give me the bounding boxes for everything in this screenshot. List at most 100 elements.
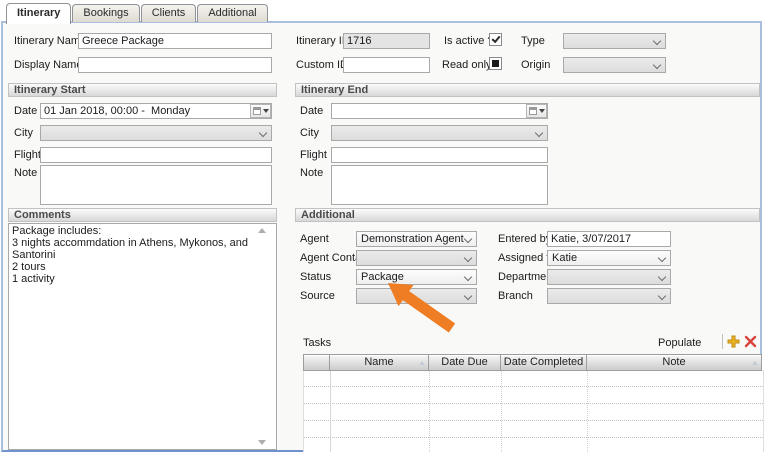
tasks-col-note[interactable]: Note: [586, 354, 762, 371]
end-note-textarea[interactable]: [331, 165, 548, 205]
type-select[interactable]: [563, 33, 666, 49]
tasks-col-date-due-label: Date Due: [441, 356, 487, 368]
is-active-label: Is active ?: [444, 35, 494, 48]
status-select-value: Package: [361, 271, 404, 284]
start-date-input[interactable]: [40, 103, 272, 119]
calendar-icon: [529, 107, 537, 115]
end-city-label: City: [300, 127, 319, 140]
branch-select[interactable]: [547, 288, 671, 304]
source-select[interactable]: [356, 288, 477, 304]
chevron-down-icon: [535, 129, 543, 137]
tasks-col-select[interactable]: [303, 354, 330, 371]
scroll-up-icon[interactable]: [258, 228, 266, 233]
column-divider: [330, 370, 331, 452]
tasks-col-name[interactable]: Name: [329, 354, 429, 371]
tab-bar: Itinerary Bookings Clients Additional: [6, 2, 269, 22]
itinerary-window: Itinerary Bookings Clients Additional It…: [0, 0, 768, 462]
start-note-label: Note: [14, 167, 37, 180]
itinerary-id-field: [343, 33, 430, 49]
branch-label: Branch: [498, 290, 533, 303]
table-row[interactable]: [304, 421, 763, 438]
chevron-down-icon: [653, 61, 661, 69]
start-city-select[interactable]: [40, 125, 272, 141]
tasks-col-date-completed-label: Date Completed: [504, 356, 584, 368]
column-divider: [587, 370, 588, 452]
itinerary-id-label: Itinerary ID: [296, 35, 350, 48]
chevron-down-icon: [464, 235, 472, 243]
end-date-input[interactable]: [331, 103, 548, 119]
end-city-select[interactable]: [331, 125, 548, 141]
chevron-down-icon: [653, 37, 661, 45]
delete-task-icon[interactable]: [744, 335, 757, 348]
itinerary-start-header: Itinerary Start: [8, 83, 277, 97]
itinerary-name-label: Itinerary Name: [14, 35, 86, 48]
tab-bookings[interactable]: Bookings: [72, 4, 139, 22]
is-active-checkbox[interactable]: [489, 33, 502, 46]
agent-label: Agent: [300, 233, 329, 246]
itinerary-end-header: Itinerary End: [295, 83, 760, 97]
read-only-checkbox[interactable]: [489, 57, 502, 70]
table-row[interactable]: [304, 387, 763, 404]
tab-additional[interactable]: Additional: [197, 4, 267, 22]
start-note-textarea[interactable]: [40, 165, 272, 205]
chevron-down-icon: [464, 273, 472, 281]
start-flight-label: Flight: [14, 149, 41, 162]
chevron-down-icon: [658, 273, 666, 281]
origin-select[interactable]: [563, 57, 666, 73]
add-task-icon[interactable]: [727, 335, 740, 348]
column-divider: [501, 370, 502, 452]
scroll-down-icon[interactable]: [258, 440, 266, 445]
end-date-label: Date: [300, 105, 323, 118]
assigned-to-value: Katie: [552, 252, 577, 265]
chevron-down-icon: [259, 129, 267, 137]
dropdown-arrow-icon: [539, 109, 545, 113]
custom-id-input[interactable]: [343, 57, 430, 73]
type-label: Type: [521, 35, 545, 48]
agent-contact-select[interactable]: [356, 250, 477, 266]
custom-id-label: Custom ID: [296, 59, 348, 72]
sort-icon: [752, 361, 758, 365]
chevron-down-icon: [658, 292, 666, 300]
status-label: Status: [300, 271, 331, 284]
entered-by-label: Entered by: [498, 233, 551, 246]
display-name-input[interactable]: [78, 57, 272, 73]
end-flight-label: Flight: [300, 149, 327, 162]
tab-clients[interactable]: Clients: [141, 4, 197, 22]
dropdown-arrow-icon: [263, 109, 269, 113]
additional-header: Additional: [295, 208, 760, 222]
start-flight-input[interactable]: [40, 147, 272, 163]
department-select[interactable]: [547, 269, 671, 285]
end-note-label: Note: [300, 167, 323, 180]
comments-header: Comments: [8, 208, 277, 222]
start-date-label: Date: [14, 105, 37, 118]
tasks-col-date-due[interactable]: Date Due: [428, 354, 501, 371]
toolbar-divider: [722, 334, 723, 349]
comments-textarea[interactable]: Package includes: 3 nights accommdation …: [8, 223, 277, 450]
chevron-down-icon: [464, 254, 472, 262]
agent-select-value: Demonstration Agent: [361, 233, 464, 246]
start-date-picker-button[interactable]: [250, 104, 271, 118]
calendar-icon: [253, 107, 261, 115]
tasks-label: Tasks: [303, 337, 331, 350]
column-divider: [429, 370, 430, 452]
itinerary-name-input[interactable]: [78, 33, 272, 49]
entered-by-input[interactable]: [547, 231, 671, 247]
assigned-to-select[interactable]: Katie: [547, 250, 671, 266]
sort-icon: [419, 361, 425, 365]
tasks-col-name-label: Name: [364, 356, 393, 368]
tasks-col-date-completed[interactable]: Date Completed: [500, 354, 587, 371]
status-select[interactable]: Package: [356, 269, 477, 285]
end-date-picker-button[interactable]: [526, 104, 547, 118]
table-row[interactable]: [304, 404, 763, 421]
tasks-table-body[interactable]: [303, 370, 764, 452]
source-label: Source: [300, 290, 335, 303]
end-flight-input[interactable]: [331, 147, 548, 163]
table-row[interactable]: [304, 370, 763, 387]
agent-select[interactable]: Demonstration Agent: [356, 231, 477, 247]
populate-button[interactable]: Populate: [658, 336, 701, 350]
start-city-label: City: [14, 127, 33, 140]
table-row[interactable]: [304, 438, 763, 452]
tab-itinerary[interactable]: Itinerary: [6, 3, 71, 24]
origin-label: Origin: [521, 59, 550, 72]
chevron-down-icon: [464, 292, 472, 300]
